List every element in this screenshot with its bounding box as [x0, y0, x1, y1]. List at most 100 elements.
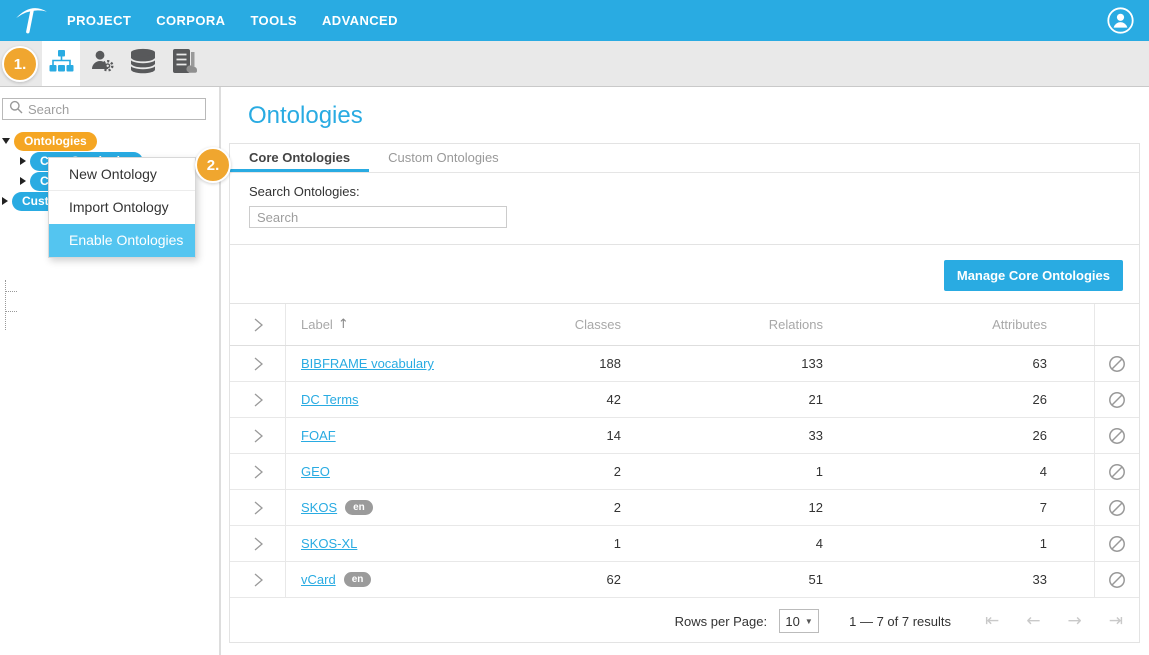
user-gear-icon — [89, 48, 115, 79]
ontology-link[interactable]: BIBFRAME vocabulary — [301, 356, 434, 371]
table-row: DC Terms 42 21 26 — [230, 382, 1139, 418]
attributes-count: 26 — [823, 392, 1094, 407]
previous-page-icon[interactable]: ← — [1026, 611, 1040, 631]
main-panel: Ontologies Core Ontologies Custom Ontolo… — [221, 87, 1149, 655]
toolbar-database-button[interactable] — [124, 41, 162, 86]
tree-label-ontologies[interactable]: Ontologies — [14, 132, 97, 151]
last-page-icon[interactable]: ⇥ — [1109, 611, 1123, 631]
tree-connector — [6, 311, 17, 312]
relations-count: 4 — [621, 536, 823, 551]
row-expand-chevron[interactable] — [230, 346, 286, 381]
table-row: vCarden 62 51 33 — [230, 562, 1139, 598]
manage-core-ontologies-button[interactable]: Manage Core Ontologies — [944, 260, 1123, 291]
classes-count: 2 — [486, 464, 621, 479]
disable-ontology-icon[interactable] — [1094, 418, 1139, 453]
expand-arrow-icon[interactable] — [20, 157, 26, 165]
nav-item-project[interactable]: PROJECT — [67, 13, 131, 28]
table-row: FOAF 14 33 26 — [230, 418, 1139, 454]
step-badge-1: 1. — [2, 46, 38, 82]
relations-count: 12 — [621, 500, 823, 515]
ontology-link[interactable]: GEO — [301, 464, 330, 479]
page-title: Ontologies — [221, 87, 1149, 143]
module-toolbar: 1. — [0, 41, 1149, 87]
ontology-search-input[interactable] — [249, 206, 507, 228]
table-pagination: Rows per Page: 10 ▼ 1 — 7 of 7 results ⇤… — [230, 598, 1139, 644]
toolbar-hierarchy-button[interactable] — [42, 41, 80, 86]
table-row: SKOS-XL 1 4 1 — [230, 526, 1139, 562]
rows-per-page-select[interactable]: 10 ▼ — [779, 609, 819, 633]
toolbar-server-button[interactable] — [165, 41, 203, 86]
table-row: SKOSen 2 12 7 — [230, 490, 1139, 526]
next-page-icon[interactable]: → — [1068, 611, 1082, 631]
classes-count: 62 — [486, 572, 621, 587]
nav-item-tools[interactable]: TOOLS — [250, 13, 297, 28]
nav-item-advanced[interactable]: ADVANCED — [322, 13, 398, 28]
menu-item-import-ontology[interactable]: Import Ontology — [49, 191, 195, 224]
ontology-search-section: Search Ontologies: — [230, 173, 1139, 245]
disable-ontology-icon[interactable] — [1094, 382, 1139, 417]
tab-custom-ontologies[interactable]: Custom Ontologies — [369, 144, 518, 172]
nav-item-corpora[interactable]: CORPORA — [156, 13, 225, 28]
language-badge: en — [344, 572, 372, 587]
classes-count: 1 — [486, 536, 621, 551]
row-expand-chevron[interactable] — [230, 382, 286, 417]
actions-row: Manage Core Ontologies — [230, 245, 1139, 303]
relations-count: 133 — [621, 356, 823, 371]
ontology-link[interactable]: vCard — [301, 572, 336, 587]
attributes-count: 7 — [823, 500, 1094, 515]
disable-ontology-icon[interactable] — [1094, 526, 1139, 561]
tree-node-ontologies: Ontologies — [0, 131, 219, 151]
classes-count: 42 — [486, 392, 621, 407]
expand-arrow-icon[interactable] — [20, 177, 26, 185]
disable-ontology-icon[interactable] — [1094, 490, 1139, 525]
main-nav: PROJECT CORPORA TOOLS ADVANCED — [67, 13, 398, 28]
user-account-icon[interactable] — [1107, 7, 1134, 34]
classes-count: 188 — [486, 356, 621, 371]
attributes-count: 1 — [823, 536, 1094, 551]
column-header-relations[interactable]: Relations — [621, 317, 823, 332]
column-header-attributes[interactable]: Attributes — [823, 317, 1094, 332]
tree-connector — [5, 280, 6, 330]
search-icon — [9, 100, 23, 119]
results-count: 1 — 7 of 7 results — [849, 614, 951, 629]
relations-count: 33 — [621, 428, 823, 443]
ontology-link[interactable]: SKOS-XL — [301, 536, 357, 551]
first-page-icon[interactable]: ⇤ — [985, 611, 999, 631]
pager: ⇤ ← → ⇥ — [985, 611, 1123, 631]
row-expand-chevron[interactable] — [230, 490, 286, 525]
attributes-count: 33 — [823, 572, 1094, 587]
app-window: PROJECT CORPORA TOOLS ADVANCED 1. — [0, 0, 1149, 655]
column-header-label[interactable]: Label ↑ — [286, 317, 486, 332]
rows-per-page-label: Rows per Page: — [675, 614, 768, 629]
column-header-classes[interactable]: Classes — [486, 317, 621, 332]
row-expand-chevron[interactable] — [230, 418, 286, 453]
toolbar-user-admin-button[interactable] — [83, 41, 121, 86]
attributes-count: 63 — [823, 356, 1094, 371]
sort-ascending-icon: ↑ — [338, 317, 349, 332]
umbrella-logo-icon — [13, 1, 49, 40]
sidebar-search-box[interactable] — [2, 98, 206, 120]
menu-item-enable-ontologies[interactable]: Enable Ontologies — [49, 224, 195, 257]
language-badge: en — [345, 500, 373, 515]
database-icon — [129, 48, 157, 79]
ontology-link[interactable]: DC Terms — [301, 392, 359, 407]
attributes-count: 4 — [823, 464, 1094, 479]
menu-item-new-ontology[interactable]: New Ontology — [49, 158, 195, 191]
table-header-row: Label ↑ Classes Relations Attributes — [230, 303, 1139, 346]
row-expand-chevron[interactable] — [230, 526, 286, 561]
disable-ontology-icon[interactable] — [1094, 346, 1139, 381]
disable-ontology-icon[interactable] — [1094, 562, 1139, 597]
ontology-link[interactable]: SKOS — [301, 500, 337, 515]
tab-core-ontologies[interactable]: Core Ontologies — [230, 144, 369, 172]
tab-bar: Core Ontologies Custom Ontologies — [230, 144, 1139, 173]
search-ontologies-label: Search Ontologies: — [249, 184, 1139, 199]
expand-arrow-icon[interactable] — [2, 197, 8, 205]
relations-count: 21 — [621, 392, 823, 407]
row-expand-chevron[interactable] — [230, 454, 286, 489]
disable-ontology-icon[interactable] — [1094, 454, 1139, 489]
collapse-arrow-icon[interactable] — [2, 138, 10, 144]
sidebar-search-input[interactable] — [28, 102, 199, 117]
ontologies-card: Core Ontologies Custom Ontologies Search… — [229, 143, 1140, 643]
ontology-link[interactable]: FOAF — [301, 428, 336, 443]
row-expand-chevron[interactable] — [230, 562, 286, 597]
